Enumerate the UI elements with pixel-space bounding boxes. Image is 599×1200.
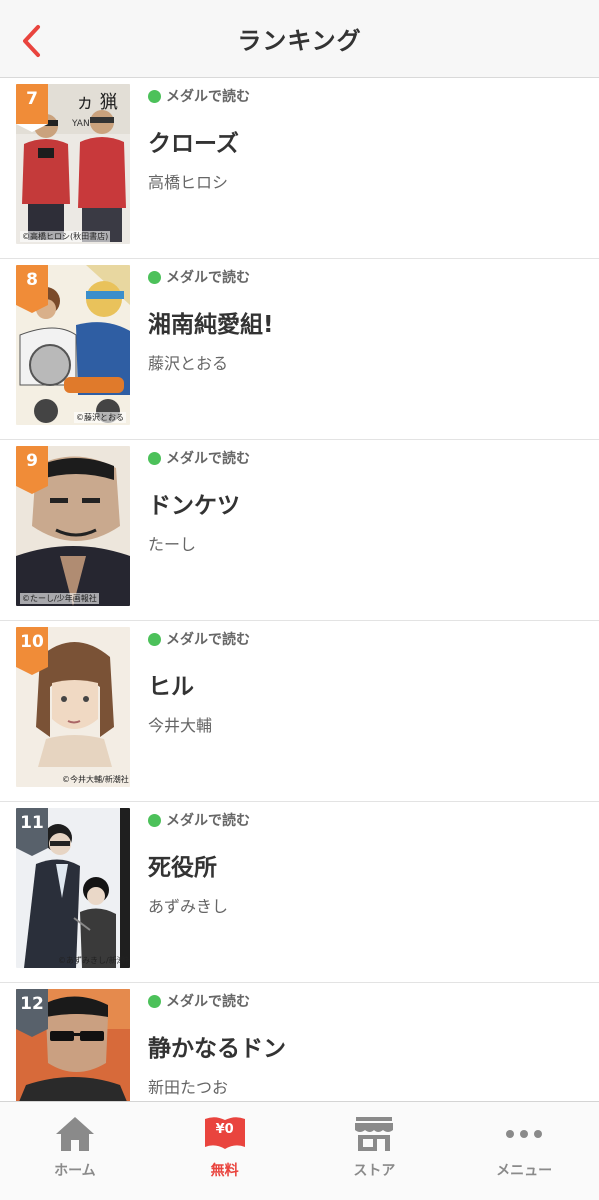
medal-tag: メダルで読む [148, 267, 274, 287]
tab-menu[interactable]: メニュー [449, 1102, 599, 1200]
item-info: メダルで読む クローズ 高橋ヒロシ [148, 86, 250, 192]
medal-dot-icon [148, 89, 161, 103]
item-info: メダルで読む 静かなるドン 新田たつお [148, 991, 286, 1097]
tab-free[interactable]: ¥0 無料 [150, 1102, 300, 1200]
item-info: メダルで読む 湘南純愛組! 藤沢とおる [148, 267, 274, 373]
cover-credit: ©高橋ヒロシ(秋田書店) [20, 231, 111, 242]
medal-dot-icon [148, 451, 161, 465]
rank-badge: 12 [16, 989, 48, 1037]
comic-cover[interactable]: ヵ 猟 YANKEE 7 ©高橋ヒロシ(秋田書店) [16, 84, 130, 244]
chevron-left-icon [23, 25, 40, 57]
rank-badge: 11 [16, 808, 48, 856]
ranking-item[interactable]: 8 ©藤沢とおる メダルで読む 湘南純愛組! 藤沢とおる [0, 259, 599, 440]
comic-title[interactable]: ドンケツ [148, 486, 250, 519]
rank-badge: 9 [16, 446, 48, 494]
item-info: メダルで読む ヒル 今井大輔 [148, 629, 250, 735]
medal-tag-label: メダルで読む [166, 994, 250, 1010]
comic-author: あずみきし [148, 897, 229, 916]
ranking-item[interactable]: 11 ©あずみきし/新潮社 メダルで読む 死役所 あずみきし [0, 802, 599, 983]
medal-tag: メダルで読む [148, 629, 250, 649]
comic-author: 藤沢とおる [148, 354, 229, 373]
medal-tag-label: メダルで読む [166, 813, 250, 829]
store-icon [355, 1117, 394, 1151]
medal-dot-icon [148, 994, 161, 1008]
cover-credit: ©たーし/少年画報社 [20, 593, 99, 604]
medal-tag: メダルで読む [148, 810, 250, 830]
tab-home-label: ホーム [54, 1163, 96, 1179]
svg-text:ヵ 猟: ヵ 猟 [76, 92, 118, 113]
comic-cover[interactable]: 9 ©たーし/少年画報社 [16, 446, 130, 606]
item-info: メダルで読む ドンケツ たーし [148, 448, 250, 554]
tab-menu-label: メニュー [496, 1163, 553, 1179]
tab-free-label: 無料 [210, 1163, 239, 1179]
comic-cover[interactable]: 12 [16, 989, 130, 1101]
tab-store-label: ストア [353, 1163, 396, 1179]
bottom-tab-bar: ホーム ¥0 無料 ストア メニュー [0, 1101, 599, 1200]
medal-dot-icon [148, 270, 161, 284]
medal-dot-icon [148, 813, 161, 827]
cover-credit: ©あずみきし/新潮社 [58, 956, 130, 965]
comic-author: 高橋ヒロシ [148, 173, 229, 192]
comic-author: 今井大輔 [148, 716, 213, 735]
rank-badge: 7 [16, 84, 48, 132]
comic-cover[interactable]: 8 ©藤沢とおる [16, 265, 130, 425]
home-icon [55, 1117, 94, 1151]
comic-cover[interactable]: 10 ©今井大輔/新潮社 [16, 627, 130, 787]
rank-badge: 8 [16, 265, 48, 313]
medal-tag: メダルで読む [148, 448, 250, 468]
page-title: ランキング [237, 27, 362, 55]
ranking-item[interactable]: 10 ©今井大輔/新潮社 メダルで読む ヒル 今井大輔 [0, 621, 599, 802]
item-info: メダルで読む 死役所 あずみきし [148, 810, 250, 916]
comic-title[interactable]: ヒル [148, 667, 250, 700]
medal-tag-label: メダルで読む [166, 270, 250, 286]
medal-tag-label: メダルで読む [166, 451, 250, 467]
medal-tag: メダルで読む [148, 991, 286, 1011]
free-badge: ¥0 [215, 1122, 234, 1137]
comic-author: 新田たつお [148, 1078, 229, 1097]
comic-title[interactable]: 死役所 [148, 848, 250, 881]
app-header: ランキング [0, 0, 599, 78]
comic-cover[interactable]: 11 ©あずみきし/新潮社 [16, 808, 130, 968]
back-button[interactable] [14, 22, 48, 60]
medal-tag-label: メダルで読む [166, 632, 250, 648]
comic-title[interactable]: 湘南純愛組! [148, 305, 274, 338]
ranking-list[interactable]: ヵ 猟 YANKEE 7 ©高橋ヒロシ(秋田書店) メダルで読む クローズ 高橋… [0, 79, 599, 1101]
ranking-item[interactable]: ヵ 猟 YANKEE 7 ©高橋ヒロシ(秋田書店) メダルで読む クローズ 高橋… [0, 79, 599, 259]
cover-credit: ©今井大輔/新潮社 [62, 775, 129, 784]
comic-author: たーし [148, 535, 197, 554]
ranking-item[interactable]: 12 メダルで読む 静かなるドン 新田たつお [0, 983, 599, 1101]
rank-badge: 10 [16, 627, 48, 675]
tab-home[interactable]: ホーム [0, 1102, 150, 1200]
medal-dot-icon [148, 632, 161, 646]
ranking-item[interactable]: 9 ©たーし/少年画報社 メダルで読む ドンケツ たーし [0, 440, 599, 621]
comic-title[interactable]: クローズ [148, 124, 250, 157]
medal-tag-label: メダルで読む [166, 89, 250, 105]
comic-title[interactable]: 静かなるドン [148, 1029, 286, 1062]
medal-tag: メダルで読む [148, 86, 250, 106]
more-dots-icon [506, 1130, 543, 1138]
cover-credit: ©藤沢とおる [74, 412, 126, 423]
tab-store[interactable]: ストア [300, 1102, 450, 1200]
